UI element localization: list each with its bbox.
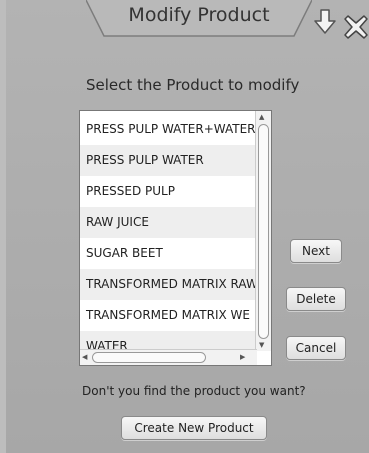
list-item[interactable]: TRANSFORMED MATRIX RAW [80, 269, 256, 300]
next-button[interactable]: Next [290, 239, 342, 263]
close-icon[interactable] [343, 14, 369, 40]
list-item[interactable]: RAW JUICE [80, 207, 256, 238]
dialog-title: Modify Product [128, 4, 270, 26]
delete-button[interactable]: Delete [286, 287, 346, 311]
scroll-right-arrow-icon[interactable]: ▶ [240, 353, 245, 361]
down-arrow-icon[interactable] [312, 8, 338, 36]
list-item[interactable]: PRESS PULP WATER+WATER [80, 114, 256, 145]
vertical-scroll-thumb[interactable] [258, 124, 269, 339]
scroll-down-arrow-icon[interactable]: ▼ [259, 341, 264, 349]
missing-product-question: Don't you find the product you want? [82, 384, 306, 398]
create-new-product-button[interactable]: Create New Product [121, 416, 267, 440]
vertical-scrollbar[interactable]: ▲ ▼ [255, 111, 271, 351]
cancel-button[interactable]: Cancel [286, 336, 346, 360]
list-item[interactable]: TRANSFORMED MATRIX WE [80, 300, 256, 331]
product-list[interactable]: PRESS PULP WATER+WATER PRESS PULP WATER … [79, 110, 272, 366]
list-item[interactable]: PRESS PULP WATER [80, 145, 256, 176]
modify-product-dialog: Modify Product Select the Product to mod… [6, 0, 369, 453]
scroll-up-arrow-icon[interactable]: ▲ [259, 113, 264, 121]
scroll-left-arrow-icon[interactable]: ◀ [82, 353, 87, 361]
list-item[interactable]: SUGAR BEET [80, 238, 256, 269]
select-product-prompt: Select the Product to modify [86, 76, 300, 94]
title-tab: Modify Product [86, 0, 312, 38]
list-item[interactable]: PRESSED PULP [80, 176, 256, 207]
horizontal-scroll-thumb[interactable] [92, 352, 206, 363]
horizontal-scrollbar[interactable]: ◀ ▶ [80, 349, 257, 365]
product-list-items: PRESS PULP WATER+WATER PRESS PULP WATER … [80, 111, 256, 362]
